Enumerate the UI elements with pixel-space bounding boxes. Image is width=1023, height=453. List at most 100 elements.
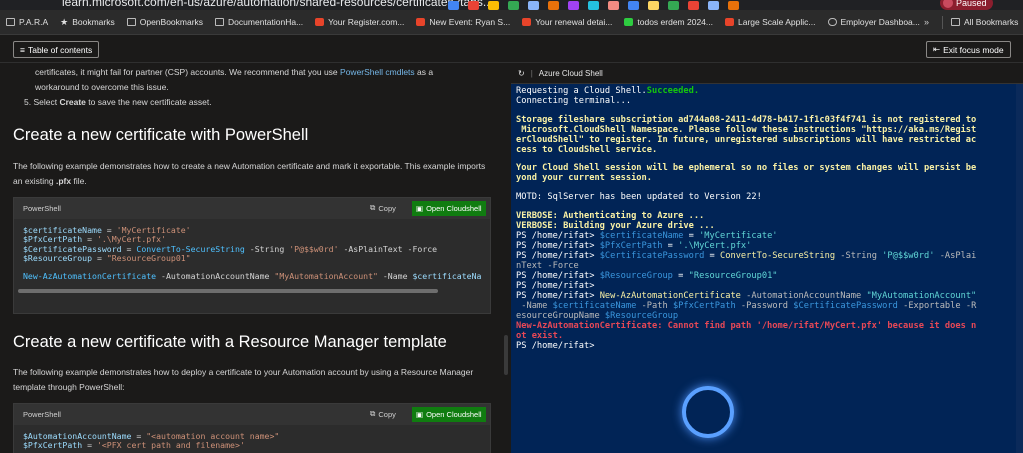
extension-icon[interactable] bbox=[568, 1, 579, 10]
token: "ResourceGroup01" bbox=[106, 253, 191, 264]
code-line: $PfxCertPath = '<PFX cert path and filen… bbox=[23, 441, 481, 450]
code-language: PowerShell bbox=[23, 410, 61, 419]
bookmark-item[interactable]: Employer Dashboa... bbox=[827, 17, 920, 27]
bookmark-item[interactable]: Your renewal detai... bbox=[522, 17, 612, 27]
bookmark-item[interactable]: OpenBookmarks bbox=[126, 17, 203, 27]
extension-icon[interactable] bbox=[668, 1, 679, 10]
toc-label: Table of contents bbox=[27, 44, 93, 55]
open-cloudshell-button[interactable]: ▣ Open Cloudshell bbox=[412, 201, 486, 216]
token: yond your current session. bbox=[516, 173, 652, 184]
copy-label: Copy bbox=[378, 203, 396, 213]
powershell-cmdlets-link[interactable]: PowerShell cmdlets bbox=[340, 67, 415, 77]
token: PS /home/rifat> bbox=[516, 340, 600, 351]
token: = bbox=[92, 253, 107, 264]
token: -AsPlainText -Force bbox=[338, 243, 438, 254]
terminal-scrollbar[interactable] bbox=[1016, 84, 1023, 453]
token: 'MyCertificate' bbox=[699, 230, 778, 241]
terminal-line: Requesting a Cloud Shell.Succeeded. bbox=[516, 86, 1013, 96]
extension-icon[interactable] bbox=[448, 1, 459, 10]
token: $ResourceGroup bbox=[604, 310, 679, 321]
exit-label: Exit focus mode bbox=[943, 44, 1004, 55]
copy-button[interactable]: ⧉ Copy bbox=[370, 203, 396, 213]
token: PS /home/rifat> bbox=[516, 280, 595, 291]
bookmark-item[interactable]: Your Register.com... bbox=[315, 17, 404, 27]
bookmark-item[interactable]: New Event: Ryan S... bbox=[416, 17, 510, 27]
folder-icon bbox=[6, 18, 15, 26]
bookmark-label: Large Scale Applic... bbox=[738, 17, 816, 27]
table-of-contents-button[interactable]: ≡ Table of contents bbox=[13, 41, 100, 58]
token: '.\MyCert.pfx' bbox=[678, 240, 752, 251]
terminal-line: nText -Force bbox=[516, 261, 1013, 271]
address-bar[interactable]: learn.microsoft.com/en-us/azure/automati… bbox=[62, 0, 493, 9]
profile-paused-button[interactable]: Paused bbox=[940, 0, 993, 10]
token: PS /home/rifat> bbox=[516, 290, 600, 301]
terminal-line: cess to CloudShell service. bbox=[516, 145, 1013, 155]
token: PS /home/rifat> bbox=[516, 270, 600, 281]
extension-icon[interactable] bbox=[588, 1, 599, 10]
extension-icon[interactable] bbox=[688, 1, 699, 10]
extension-icon[interactable] bbox=[468, 1, 479, 10]
pane-divider[interactable] bbox=[500, 63, 511, 453]
token: 'P@$$w0rd' bbox=[289, 243, 339, 254]
resize-grip[interactable] bbox=[504, 335, 508, 375]
intro-text-end: as a bbox=[414, 67, 434, 77]
exit-focus-mode-button[interactable]: ⇤ Exit focus mode bbox=[926, 41, 1011, 58]
extension-icon[interactable] bbox=[488, 1, 499, 10]
token: -Path bbox=[636, 300, 673, 311]
extension-icon[interactable] bbox=[708, 1, 719, 10]
token: New-AzAutomationCertificate bbox=[23, 270, 157, 281]
extension-icon[interactable] bbox=[608, 1, 619, 10]
terminal-line: Microsoft.CloudShell Namespace. Please f… bbox=[516, 125, 1013, 135]
token: New-AzAutomationCertificate bbox=[599, 290, 741, 301]
bookmark-item[interactable]: DocumentationHa... bbox=[215, 17, 303, 27]
terminal-line: esourceGroupName $ResourceGroup bbox=[516, 311, 1013, 321]
token: PS /home/rifat> bbox=[516, 250, 600, 261]
token: esourceGroupName bbox=[516, 310, 605, 321]
token: MOTD: SqlServer has been updated to Vers… bbox=[516, 192, 762, 203]
bookmark-item[interactable]: todos erdem 2024... bbox=[624, 17, 713, 27]
token: -Password bbox=[735, 300, 794, 311]
bookmark-label: DocumentationHa... bbox=[228, 17, 304, 27]
bookmark-item[interactable]: ★ Bookmarks bbox=[60, 17, 115, 27]
token: VERBOSE: Building your Azure drive ... bbox=[516, 220, 715, 231]
restart-icon[interactable]: ↻ bbox=[518, 69, 525, 78]
token: $CertificatePassword bbox=[793, 300, 898, 311]
code-block-arm: PowerShell ⧉ Copy ▣ Open Cloudshell $Aut… bbox=[13, 403, 491, 453]
token: -Name bbox=[516, 300, 553, 311]
extension-icon[interactable] bbox=[528, 1, 539, 10]
extension-icon[interactable] bbox=[548, 1, 559, 10]
all-bookmarks-label: All Bookmarks bbox=[964, 17, 1019, 27]
extension-icon[interactable] bbox=[648, 1, 659, 10]
token: = bbox=[704, 250, 720, 261]
terminal-line: VERBOSE: Building your Azure drive ... bbox=[516, 221, 1013, 231]
open-cloudshell-button[interactable]: ▣ Open Cloudshell bbox=[412, 407, 486, 422]
terminal-line: ot exist. bbox=[516, 331, 1013, 341]
folder-icon bbox=[215, 18, 225, 26]
token: nText -Force bbox=[516, 260, 579, 271]
terminal-output[interactable]: Requesting a Cloud Shell.Succeeded. Conne… bbox=[511, 84, 1013, 351]
token: $PfxCertPath bbox=[599, 240, 663, 251]
gmail-icon bbox=[522, 18, 532, 26]
bookmark-item[interactable]: Large Scale Applic... bbox=[725, 17, 816, 27]
token: $ResourceGroup bbox=[23, 253, 93, 264]
token: Requesting a Cloud Shell. bbox=[516, 86, 647, 96]
code-horizontal-scrollbar[interactable] bbox=[14, 288, 490, 295]
all-bookmarks-button[interactable]: All Bookmarks bbox=[951, 17, 1018, 27]
code-header: PowerShell ⧉ Copy ▣ Open Cloudshell bbox=[14, 198, 490, 219]
copy-button[interactable]: ⧉ Copy bbox=[370, 409, 396, 419]
token: "MyAutomationAccount" bbox=[274, 270, 378, 281]
extension-icon[interactable] bbox=[628, 1, 639, 10]
token: Connecting terminal... bbox=[516, 96, 632, 106]
scroll-thumb[interactable] bbox=[18, 289, 438, 294]
heading-powershell: Create a new certificate with PowerShell bbox=[13, 126, 309, 144]
extension-icon[interactable] bbox=[508, 1, 519, 10]
token: $certificateName bbox=[552, 300, 637, 311]
bookmark-item[interactable]: P.A.R.A bbox=[6, 17, 48, 27]
code-block-powershell: PowerShell ⧉ Copy ▣ Open Cloudshell $cer… bbox=[13, 197, 491, 314]
extension-icon[interactable] bbox=[728, 1, 739, 10]
token: ConvertTo-SecureString bbox=[720, 250, 836, 261]
header-separator: | bbox=[530, 68, 533, 78]
bookmarks-overflow-button[interactable]: » bbox=[924, 17, 929, 27]
intro-text-line2: workaround to overcome this issue. bbox=[35, 82, 169, 92]
